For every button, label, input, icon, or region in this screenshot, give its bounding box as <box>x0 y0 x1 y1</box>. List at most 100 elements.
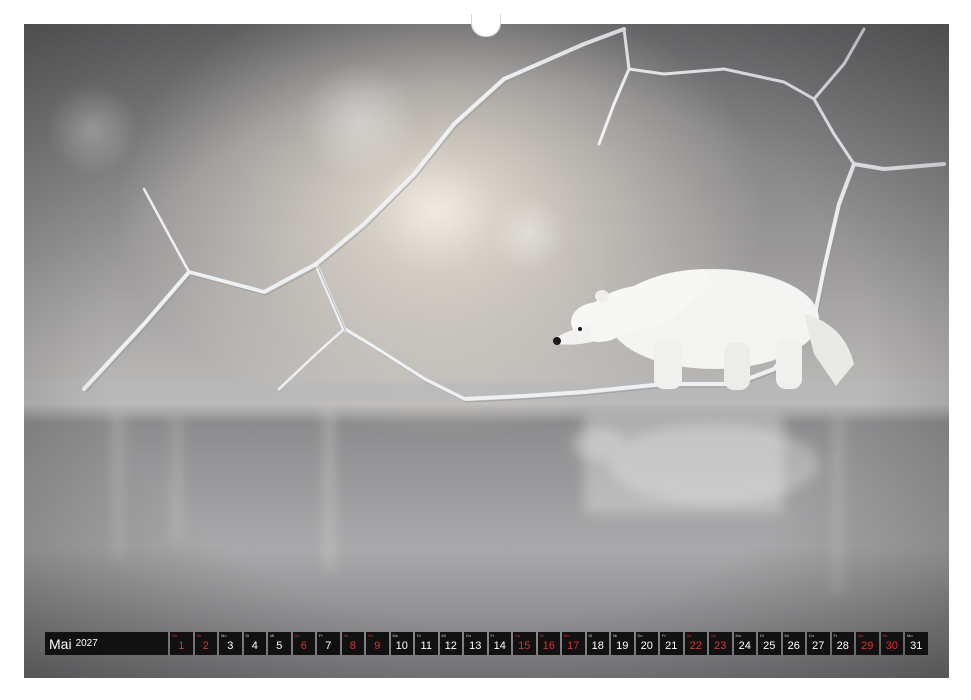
day-cells: Sa 1 So 2 Mo 3 Di 4 Mi 5 Do 6 Fr 7 Sa 8 So 9 Mo 10 Di 11 Mi 12 D… <box>170 632 928 655</box>
day-number: 6 <box>300 640 307 652</box>
day-number: 28 <box>836 640 849 652</box>
day-cell: Fr 14 <box>488 632 511 655</box>
day-cell: Mi 5 <box>268 632 291 655</box>
day-cell: So 30 <box>880 632 903 655</box>
weekday-label: So <box>711 633 716 638</box>
weekday-label: Mi <box>613 633 618 638</box>
calendar-photo <box>24 24 949 678</box>
weekday-label: Fr <box>662 633 666 638</box>
day-number: 25 <box>763 640 776 652</box>
weekday-label: So <box>368 633 373 638</box>
day-cell: Di 11 <box>415 632 438 655</box>
day-cell: Fr 7 <box>317 632 340 655</box>
day-cell: Do 13 <box>464 632 487 655</box>
weekday-label: Sa <box>686 633 692 638</box>
day-cell: Mo 3 <box>219 632 242 655</box>
weekday-label: Di <box>588 633 593 638</box>
day-number: 11 <box>420 640 432 652</box>
day-number: 19 <box>616 640 629 652</box>
calendar-strip: Mai 2027 Sa 1 So 2 Mo 3 Di 4 Mi 5 Do 6 Fr 7 Sa 8 So 9 Mo 10… <box>45 632 928 655</box>
day-cell: Sa 8 <box>341 632 364 655</box>
day-cell: Do 27 <box>807 632 830 655</box>
weekday-label: Di <box>417 633 421 638</box>
day-cell: So 16 <box>537 632 560 655</box>
weekday-label: Mi <box>270 633 275 638</box>
day-cell: Do 20 <box>635 632 658 655</box>
day-number: 26 <box>787 640 800 652</box>
weekday-label: Mo <box>221 633 227 638</box>
day-cell: Sa 22 <box>684 632 707 655</box>
day-number: 15 <box>518 640 531 652</box>
day-number: 27 <box>812 640 825 652</box>
day-cell: Fr 28 <box>831 632 854 655</box>
weekday-label: Sa <box>515 633 520 638</box>
day-cell: So 2 <box>194 632 217 655</box>
weekday-label: So <box>196 633 202 638</box>
weekday-label: Mo <box>735 633 742 638</box>
day-cell: Mo 10 <box>390 632 413 655</box>
weekday-label: Do <box>637 633 643 638</box>
day-number: 23 <box>714 640 727 652</box>
day-cell: Do 6 <box>292 632 315 655</box>
year-label: 2027 <box>75 638 98 649</box>
day-cell: Sa 1 <box>170 632 193 655</box>
day-number: 29 <box>861 640 874 652</box>
day-number: 20 <box>640 640 653 652</box>
day-number: 12 <box>444 640 457 652</box>
weekday-label: Di <box>760 633 764 638</box>
weekday-label: Do <box>466 633 472 638</box>
day-number: 1 <box>178 640 185 652</box>
weekday-label: Fr <box>319 633 323 638</box>
day-cell: Mo 24 <box>733 632 756 655</box>
day-cell: Mi 19 <box>611 632 634 655</box>
day-cell: Di 18 <box>586 632 609 655</box>
day-number: 13 <box>469 640 482 652</box>
day-number: 7 <box>325 640 332 652</box>
day-cell: Sa 29 <box>856 632 879 655</box>
weekday-label: Sa <box>343 633 349 638</box>
day-number: 9 <box>374 640 381 652</box>
weekday-label: So <box>882 633 888 638</box>
weekday-label: Fr <box>490 633 495 638</box>
weekday-label: So <box>539 633 545 638</box>
day-cell: Sa 15 <box>513 632 536 655</box>
weekday-label: Sa <box>172 633 177 638</box>
weekday-label: Sa <box>858 633 863 638</box>
day-cell: Mo 31 <box>905 632 928 655</box>
weekday-label: Do <box>809 633 815 638</box>
day-number: 31 <box>910 640 923 652</box>
day-number: 30 <box>885 640 898 652</box>
weekday-label: Di <box>245 633 250 638</box>
day-cell: Di 4 <box>243 632 266 655</box>
weekday-label: Mi <box>441 633 446 638</box>
day-cell: So 23 <box>709 632 732 655</box>
day-number: 5 <box>276 640 283 652</box>
weekday-label: Mi <box>784 633 789 638</box>
day-number: 18 <box>591 640 604 652</box>
month-name: Mai <box>49 635 72 652</box>
day-number: 8 <box>349 640 356 652</box>
weekday-label: Do <box>294 633 300 638</box>
weekday-label: Mo <box>907 633 913 638</box>
day-cell: Mi 12 <box>439 632 462 655</box>
weekday-label: Fr <box>833 633 838 638</box>
day-cell: Mo 17 <box>562 632 585 655</box>
polar-bear-illustration <box>24 24 949 678</box>
day-number: 3 <box>227 640 234 652</box>
day-number: 4 <box>251 640 258 652</box>
day-number: 24 <box>738 640 751 652</box>
day-cell: So 9 <box>366 632 389 655</box>
calendar-page: Mai 2027 Sa 1 So 2 Mo 3 Di 4 Mi 5 Do 6 Fr 7 Sa 8 So 9 Mo 10… <box>0 0 971 700</box>
day-cell: Di 25 <box>758 632 781 655</box>
day-cell: Mi 26 <box>782 632 805 655</box>
day-cell: Fr 21 <box>660 632 683 655</box>
weekday-label: Mo <box>392 633 399 638</box>
day-number: 14 <box>493 640 506 652</box>
day-number: 22 <box>689 640 702 652</box>
day-number: 17 <box>567 640 580 652</box>
month-label-box: Mai 2027 <box>45 632 168 655</box>
day-number: 16 <box>542 640 555 652</box>
weekday-label: Mo <box>564 633 570 638</box>
day-number: 21 <box>665 640 678 652</box>
day-number: 2 <box>202 640 209 652</box>
